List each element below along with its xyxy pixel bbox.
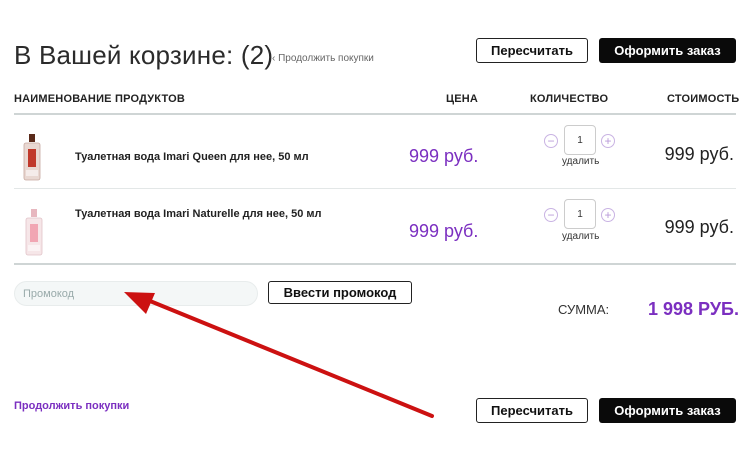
continue-shopping-link[interactable]: Продолжить покупки bbox=[14, 400, 129, 412]
row-divider bbox=[14, 188, 736, 189]
column-header-price: ЦЕНА bbox=[446, 93, 479, 105]
quantity-increase-button[interactable]: + bbox=[601, 134, 615, 148]
product-cost: 999 руб. bbox=[664, 217, 734, 237]
apply-promo-button[interactable]: Ввести промокод bbox=[268, 281, 412, 304]
quantity-increase-button[interactable]: + bbox=[601, 208, 615, 222]
quantity-input[interactable] bbox=[564, 199, 596, 229]
column-header-quantity: КОЛИЧЕСТВО bbox=[530, 93, 609, 105]
product-image bbox=[23, 134, 41, 181]
product-name[interactable]: Туалетная вода Imari Queen для нее, 50 м… bbox=[75, 147, 325, 167]
column-header-product: НАИМЕНОВАНИЕ ПРОДУКТОВ bbox=[14, 93, 186, 105]
table-bottom-divider bbox=[14, 263, 736, 265]
product-name[interactable]: Туалетная вода Imari Naturelle для нее, … bbox=[75, 204, 325, 224]
recalculate-button-top[interactable]: Пересчитать bbox=[476, 38, 588, 63]
quantity-decrease-button[interactable]: − bbox=[544, 134, 558, 148]
remove-item-link[interactable]: удалить bbox=[562, 156, 599, 167]
total-label: СУММА: bbox=[558, 302, 610, 317]
page-title: В Вашей корзине: (2) bbox=[14, 40, 274, 70]
checkout-button-top[interactable]: Оформить заказ bbox=[599, 38, 736, 63]
header-divider bbox=[14, 113, 736, 115]
continue-shopping-small-link[interactable]: ‹ Продолжить покупки bbox=[272, 53, 374, 64]
remove-item-link[interactable]: удалить bbox=[562, 231, 599, 242]
quantity-decrease-button[interactable]: − bbox=[544, 208, 558, 222]
quantity-input[interactable] bbox=[564, 125, 596, 155]
product-price: 999 руб. bbox=[409, 146, 479, 166]
total-value: 1 998 РУБ. bbox=[648, 299, 739, 319]
product-cost: 999 руб. bbox=[664, 144, 734, 164]
recalculate-button-bottom[interactable]: Пересчитать bbox=[476, 398, 588, 423]
promo-code-input[interactable] bbox=[14, 281, 258, 306]
product-price: 999 руб. bbox=[409, 221, 479, 241]
column-header-cost: СТОИМОСТЬ bbox=[667, 93, 740, 105]
checkout-button-bottom[interactable]: Оформить заказ bbox=[599, 398, 736, 423]
product-image bbox=[25, 209, 43, 256]
